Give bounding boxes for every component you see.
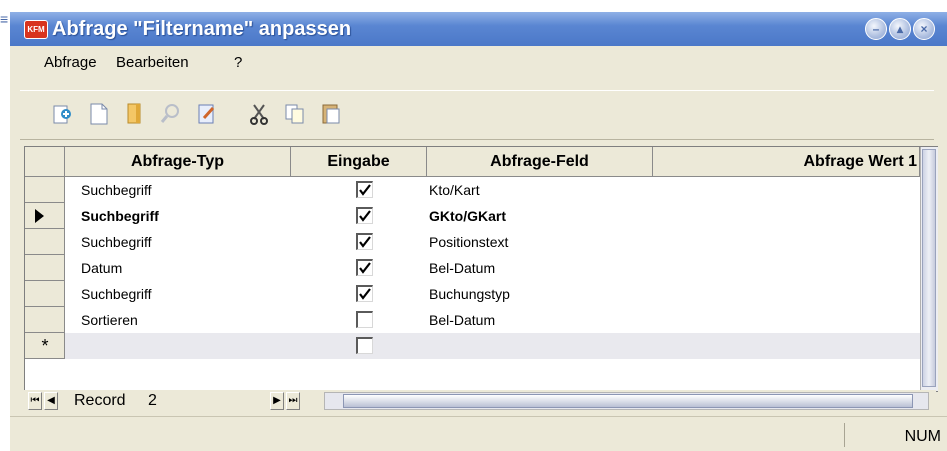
- eingabe-checkbox[interactable]: [356, 259, 373, 276]
- table-row[interactable]: Suchbegriff Buchungstyp: [25, 281, 920, 307]
- vertical-scroll-thumb[interactable]: [922, 149, 936, 387]
- column-header-abfrage-wert-1[interactable]: Abfrage Wert 1: [653, 147, 920, 177]
- cell-abfrage-feld[interactable]: Kto/Kart: [429, 177, 480, 203]
- new-document-icon[interactable]: [86, 101, 112, 127]
- app-icon: KFM: [24, 20, 48, 39]
- horizontal-scrollbar[interactable]: [324, 392, 929, 410]
- record-number-input[interactable]: 2: [148, 391, 157, 411]
- row-selector[interactable]: [25, 203, 65, 229]
- menu-abfrage[interactable]: Abfrage: [44, 54, 97, 71]
- background-handle: ≡: [0, 11, 9, 27]
- cell-abfrage-feld[interactable]: Bel-Datum: [429, 307, 495, 333]
- table-row[interactable]: Suchbegriff Kto/Kart: [25, 177, 920, 203]
- row-selector[interactable]: [25, 229, 65, 255]
- row-selector[interactable]: [25, 255, 65, 281]
- previous-record-button[interactable]: ◀: [44, 392, 58, 410]
- menu-help[interactable]: ?: [234, 54, 242, 71]
- edit-document-icon[interactable]: [194, 101, 220, 127]
- status-panel-num: NUM: [844, 423, 945, 447]
- cell-abfrage-typ[interactable]: Suchbegriff: [81, 177, 152, 203]
- row-selector[interactable]: *: [25, 333, 65, 359]
- status-bar: NUM: [10, 416, 947, 451]
- cell-abfrage-typ[interactable]: Suchbegriff: [81, 281, 152, 307]
- row-selector[interactable]: [25, 307, 65, 333]
- maximize-button[interactable]: ▴: [889, 18, 911, 40]
- query-dialog: KFM Abfrage "Filtername" anpassen – ▴ × …: [10, 12, 947, 451]
- table-row[interactable]: Datum Bel-Datum: [25, 255, 920, 281]
- title-bar[interactable]: KFM Abfrage "Filtername" anpassen – ▴ ×: [10, 12, 947, 46]
- first-record-button[interactable]: ⏮: [28, 392, 42, 410]
- column-header-abfrage-feld[interactable]: Abfrage-Feld: [427, 147, 653, 177]
- open-icon[interactable]: [50, 101, 76, 127]
- eingabe-checkbox[interactable]: [356, 233, 373, 250]
- cell-abfrage-feld[interactable]: Bel-Datum: [429, 255, 495, 281]
- cell-abfrage-typ[interactable]: Datum: [81, 255, 122, 281]
- search-icon[interactable]: [158, 101, 184, 127]
- menu-bar: Abfrage Bearbeiten ?: [10, 46, 947, 78]
- cell-abfrage-feld[interactable]: Positionstext: [429, 229, 508, 255]
- record-label: Record: [74, 392, 126, 409]
- paste-icon[interactable]: [318, 101, 344, 127]
- row-selector[interactable]: [25, 177, 65, 203]
- cell-abfrage-feld[interactable]: Buchungstyp: [429, 281, 510, 307]
- new-record-marker: *: [41, 336, 49, 356]
- new-record-row[interactable]: *: [25, 333, 920, 359]
- table-row[interactable]: Suchbegriff GKto/GKart: [25, 203, 920, 229]
- eingabe-checkbox[interactable]: [356, 337, 373, 354]
- horizontal-scroll-thumb[interactable]: [343, 394, 913, 408]
- current-row-arrow-icon: [35, 209, 44, 223]
- query-grid: Abfrage-Typ Eingabe Abfrage-Feld Abfrage…: [24, 146, 938, 392]
- toolbar: [20, 90, 934, 140]
- copy-icon[interactable]: [282, 101, 308, 127]
- cut-icon[interactable]: [246, 101, 272, 127]
- cell-abfrage-typ[interactable]: Suchbegriff: [81, 229, 152, 255]
- eingabe-checkbox[interactable]: [356, 207, 373, 224]
- cell-abfrage-typ[interactable]: Suchbegriff: [81, 203, 159, 229]
- row-selector-header: [25, 147, 65, 177]
- close-button[interactable]: ×: [913, 18, 935, 40]
- row-selector[interactable]: [25, 281, 65, 307]
- eingabe-checkbox[interactable]: [356, 181, 373, 198]
- last-record-button[interactable]: ⏭: [286, 392, 300, 410]
- table-row[interactable]: Sortieren Bel-Datum: [25, 307, 920, 333]
- minimize-button[interactable]: –: [865, 18, 887, 40]
- record-navigator: ⏮ ◀ Record 2 ▶ ⏭: [24, 390, 936, 412]
- vertical-scrollbar[interactable]: [920, 147, 938, 391]
- table-row[interactable]: Suchbegriff Positionstext: [25, 229, 920, 255]
- next-record-button[interactable]: ▶: [270, 392, 284, 410]
- bookmark-icon[interactable]: [122, 101, 148, 127]
- cell-abfrage-typ[interactable]: Sortieren: [81, 307, 138, 333]
- column-header-eingabe[interactable]: Eingabe: [291, 147, 427, 177]
- eingabe-checkbox[interactable]: [356, 285, 373, 302]
- num-lock-indicator: NUM: [904, 428, 941, 445]
- column-header-abfrage-typ[interactable]: Abfrage-Typ: [65, 147, 291, 177]
- menu-bearbeiten[interactable]: Bearbeiten: [116, 54, 189, 71]
- cell-abfrage-feld[interactable]: GKto/GKart: [429, 203, 506, 229]
- eingabe-checkbox[interactable]: [356, 311, 373, 328]
- window-title: Abfrage "Filtername" anpassen: [52, 18, 352, 40]
